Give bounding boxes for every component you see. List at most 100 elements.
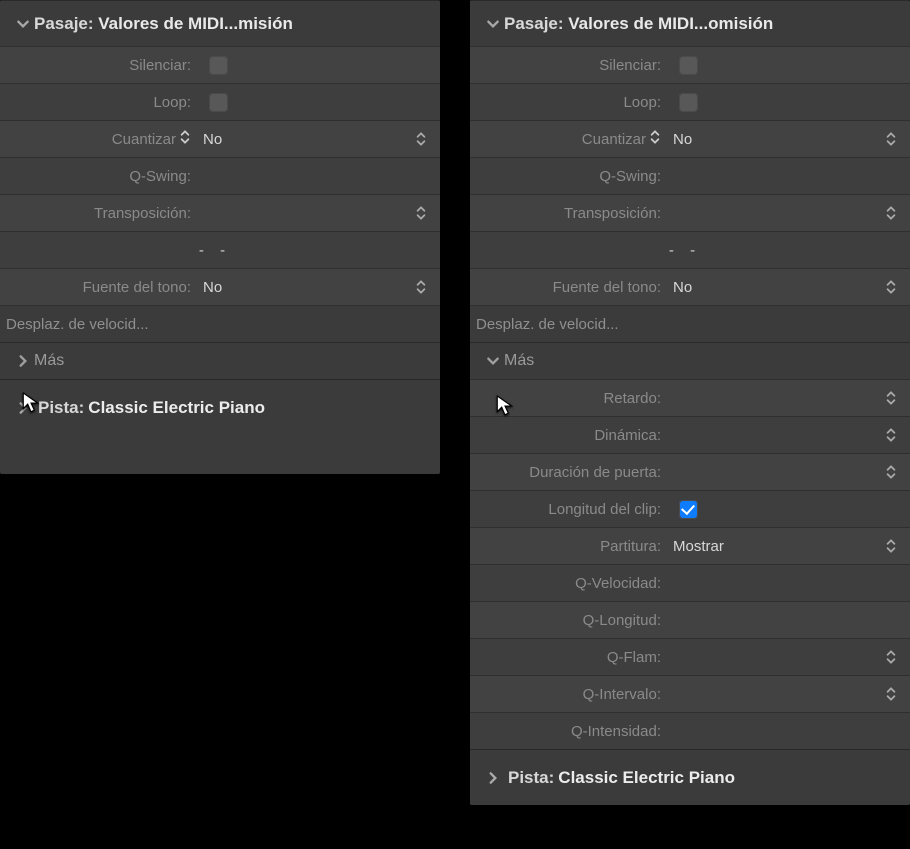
desplaz-row[interactable]: Desplaz. de velocid... [0, 305, 440, 342]
fuente-label: Fuente del tono: [0, 279, 195, 296]
mas-header-collapsed[interactable]: Más [0, 342, 440, 379]
cuantizar-row[interactable]: Cuantizar No [0, 120, 440, 157]
qintens-label: Q-Intensidad: [470, 723, 665, 740]
pista-header[interactable]: Pista: Classic Electric Piano [470, 749, 910, 805]
qswing-row[interactable]: Q-Swing: [0, 157, 440, 194]
pista-value: Classic Electric Piano [88, 398, 265, 418]
fuente-value: No [665, 279, 882, 296]
silenciar-checkbox[interactable] [679, 56, 698, 75]
up-down-caret-icon [882, 130, 900, 148]
ticks-value: - - [0, 242, 430, 259]
duracion-row[interactable]: Duración de puerta: [470, 453, 910, 490]
transposicion-row[interactable]: Transposición: [470, 194, 910, 231]
qswing-label: Q-Swing: [470, 168, 665, 185]
up-down-caret-icon [882, 685, 900, 703]
cuantizar-label: Cuantizar [582, 131, 646, 148]
cuantizar-value: No [195, 131, 412, 148]
loop-checkbox[interactable] [209, 93, 228, 112]
chevron-right-icon [16, 354, 34, 368]
longitud-clip-label: Longitud del clip: [470, 501, 665, 518]
partitura-value: Mostrar [665, 538, 882, 555]
fuente-row[interactable]: Fuente del tono: No [470, 268, 910, 305]
up-down-caret-icon [412, 204, 430, 222]
chevron-right-icon [486, 771, 508, 785]
up-down-caret-icon [882, 426, 900, 444]
duracion-label: Duración de puerta: [470, 464, 665, 481]
dinamica-row[interactable]: Dinámica: [470, 416, 910, 453]
silenciar-row: Silenciar: [0, 46, 440, 83]
transposicion-label: Transposición: [470, 205, 665, 222]
up-down-caret-icon [882, 278, 900, 296]
transposicion-label: Transposición: [0, 205, 195, 222]
dinamica-label: Dinámica: [470, 427, 665, 444]
chevron-down-icon [486, 354, 504, 368]
longitud-clip-checkbox[interactable] [679, 500, 698, 519]
pasaje-value: Valores de MIDI...misión [98, 14, 293, 33]
pista-header[interactable]: Pista: Classic Electric Piano [0, 379, 440, 435]
silenciar-checkbox[interactable] [209, 56, 228, 75]
ticks-value: - - [470, 242, 900, 259]
qswing-row[interactable]: Q-Swing: [470, 157, 910, 194]
pista-label: Pista: [508, 768, 554, 788]
desplaz-row[interactable]: Desplaz. de velocid... [470, 305, 910, 342]
retardo-row[interactable]: Retardo: [470, 379, 910, 416]
pasaje-label: Pasaje: [504, 14, 568, 33]
up-down-caret-icon [882, 648, 900, 666]
retardo-label: Retardo: [470, 390, 665, 407]
up-down-caret-icon [882, 463, 900, 481]
loop-row: Loop: [470, 83, 910, 120]
mas-header-expanded[interactable]: Más [470, 342, 910, 379]
up-down-caret-icon [412, 278, 430, 296]
silenciar-row: Silenciar: [470, 46, 910, 83]
partitura-row[interactable]: Partitura: Mostrar [470, 527, 910, 564]
up-down-caret-icon [179, 128, 191, 150]
region-inspector-collapsed: Pasaje: Valores de MIDI...misión Silenci… [0, 0, 440, 474]
qlongitud-row[interactable]: Q-Longitud: [470, 601, 910, 638]
pista-value: Classic Electric Piano [558, 768, 735, 788]
pista-label: Pista: [38, 398, 84, 418]
loop-checkbox[interactable] [679, 93, 698, 112]
region-inspector-expanded: Pasaje: Valores de MIDI...omisión Silenc… [470, 0, 910, 805]
loop-row: Loop: [0, 83, 440, 120]
desplaz-label: Desplaz. de velocid... [6, 316, 149, 333]
fuente-label: Fuente del tono: [470, 279, 665, 296]
mas-label: Más [504, 352, 534, 370]
cuantizar-label: Cuantizar [112, 131, 176, 148]
up-down-caret-icon [882, 204, 900, 222]
loop-label: Loop: [0, 94, 195, 111]
pasaje-header[interactable]: Pasaje: Valores de MIDI...misión [0, 0, 440, 46]
cuantizar-value: No [665, 131, 882, 148]
qvel-label: Q-Velocidad: [470, 575, 665, 592]
loop-label: Loop: [470, 94, 665, 111]
chevron-right-icon [16, 401, 38, 415]
qflam-row[interactable]: Q-Flam: [470, 638, 910, 675]
qintensidad-row[interactable]: Q-Intensidad: [470, 712, 910, 749]
up-down-caret-icon [412, 130, 430, 148]
up-down-caret-icon [882, 389, 900, 407]
silenciar-label: Silenciar: [470, 57, 665, 74]
up-down-caret-icon [882, 537, 900, 555]
pasaje-label: Pasaje: [34, 14, 98, 33]
transposicion-row[interactable]: Transposición: [0, 194, 440, 231]
pasaje-header[interactable]: Pasaje: Valores de MIDI...omisión [470, 0, 910, 46]
qswing-label: Q-Swing: [0, 168, 195, 185]
mas-label: Más [34, 352, 64, 370]
desplaz-label: Desplaz. de velocid... [476, 316, 619, 333]
silenciar-label: Silenciar: [0, 57, 195, 74]
ticks-row: - - [470, 231, 910, 268]
longitud-clip-row: Longitud del clip: [470, 490, 910, 527]
up-down-caret-icon [649, 128, 661, 150]
qflam-label: Q-Flam: [470, 649, 665, 666]
qint-label: Q-Intervalo: [470, 686, 665, 703]
chevron-down-icon [486, 17, 504, 31]
pasaje-value: Valores de MIDI...omisión [568, 14, 773, 33]
fuente-value: No [195, 279, 412, 296]
partitura-label: Partitura: [470, 538, 665, 555]
qvelocidad-row[interactable]: Q-Velocidad: [470, 564, 910, 601]
ticks-row: - - [0, 231, 440, 268]
qintervalo-row[interactable]: Q-Intervalo: [470, 675, 910, 712]
cuantizar-row[interactable]: Cuantizar No [470, 120, 910, 157]
fuente-row[interactable]: Fuente del tono: No [0, 268, 440, 305]
chevron-down-icon [16, 17, 34, 31]
qlong-label: Q-Longitud: [470, 612, 665, 629]
